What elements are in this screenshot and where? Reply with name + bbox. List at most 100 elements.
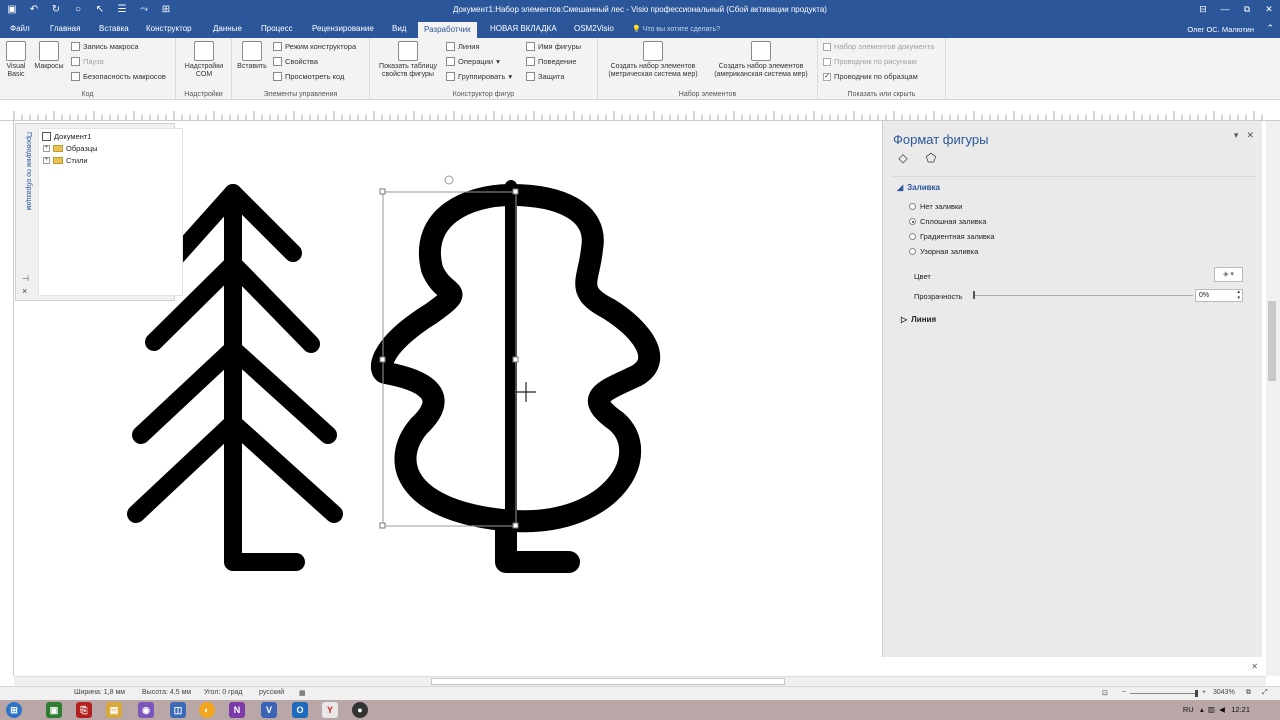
com-addins-button[interactable]: Надстройки COM bbox=[182, 41, 226, 79]
app-icon-3[interactable]: ● bbox=[352, 702, 368, 718]
pin-icon[interactable]: ⊣ bbox=[22, 274, 29, 283]
macros-button[interactable]: Макросы bbox=[32, 41, 66, 71]
user-name[interactable]: Олег ОС. Малютин bbox=[1187, 25, 1254, 34]
macro-record-icon[interactable]: ▦ bbox=[299, 689, 306, 697]
volume-icon[interactable]: ◀ bbox=[1219, 705, 1225, 714]
radio-button[interactable] bbox=[909, 248, 916, 255]
fit-page-icon[interactable]: ⊡ bbox=[1102, 689, 1108, 697]
zoom-out-icon[interactable]: − bbox=[1122, 689, 1126, 696]
collapse-ribbon-icon[interactable]: ⌃ bbox=[1266, 23, 1274, 34]
fill-line-icon[interactable]: ◇ bbox=[895, 151, 911, 165]
tab-review[interactable]: Рецензирование bbox=[312, 24, 374, 33]
record-macro-button[interactable]: Запись макроса bbox=[71, 42, 139, 51]
zoom-level[interactable]: 3043% bbox=[1213, 689, 1235, 696]
checkbox-checked[interactable]: ✓ bbox=[823, 72, 831, 81]
outlook-icon[interactable]: O bbox=[292, 702, 308, 718]
panel-menu-icon[interactable]: ▾ bbox=[1234, 130, 1239, 141]
properties-button[interactable]: Свойства bbox=[273, 57, 318, 66]
fill-option-pattern[interactable]: Узорная заливка bbox=[909, 247, 978, 256]
tab-view[interactable]: Вид bbox=[392, 24, 406, 33]
expand-icon[interactable]: + bbox=[43, 157, 50, 164]
language-indicator[interactable]: RU bbox=[1183, 705, 1194, 714]
ribbon-display-button[interactable]: ⊟ bbox=[1192, 0, 1214, 18]
tab-data[interactable]: Данные bbox=[213, 24, 242, 33]
color-picker-button[interactable]: ◈ ▾ bbox=[1214, 267, 1243, 282]
close-button[interactable]: ✕ bbox=[1258, 0, 1280, 18]
group-dropdown[interactable]: Группировать ▾ bbox=[446, 72, 512, 81]
zoom-slider[interactable] bbox=[1130, 693, 1198, 694]
behavior-button[interactable]: Поведение bbox=[526, 57, 577, 66]
radio-button[interactable] bbox=[909, 203, 916, 210]
restore-button[interactable]: ⧉ bbox=[1236, 0, 1258, 18]
visual-basic-button[interactable]: Visual Basic bbox=[3, 41, 29, 79]
clock[interactable]: 12:21 bbox=[1231, 705, 1250, 714]
browser-icon[interactable]: ◐ bbox=[199, 702, 215, 718]
panel-close-icon[interactable]: ✕ bbox=[1246, 130, 1254, 141]
expand-icon[interactable]: + bbox=[43, 145, 50, 152]
doc-stencil-checkbox[interactable]: Набор элементов документа bbox=[823, 42, 934, 51]
operations-dropdown[interactable]: Операции ▾ bbox=[446, 57, 500, 66]
close-icon[interactable]: × bbox=[22, 286, 27, 296]
tab-design[interactable]: Конструктор bbox=[146, 24, 192, 33]
status-language[interactable]: русский bbox=[259, 689, 284, 696]
tree-item-document[interactable]: Документ1 bbox=[42, 132, 91, 141]
tab-new[interactable]: НОВАЯ ВКЛАДКА bbox=[490, 24, 557, 33]
drawing-explorer-checkbox[interactable]: Проводник по рисункам bbox=[823, 57, 917, 66]
pause-button[interactable]: Пауза bbox=[71, 57, 104, 66]
tray-arrow-icon[interactable]: ▴ bbox=[1200, 705, 1204, 714]
pentagon-icon[interactable]: ⬠ bbox=[923, 151, 939, 165]
start-icon[interactable]: ⊞ bbox=[6, 702, 22, 718]
new-stencil-us-button[interactable]: Создать набор элементов (американская си… bbox=[708, 41, 814, 79]
line-section-header[interactable]: ▷ Линия bbox=[901, 315, 936, 324]
tab-file[interactable]: Файл bbox=[10, 24, 30, 33]
horizontal-scroll-thumb[interactable] bbox=[431, 678, 785, 685]
pdf-icon[interactable]: ⎘ bbox=[76, 702, 92, 718]
panel-bottom-close-icon[interactable]: ✕ bbox=[1251, 662, 1258, 671]
fill-option-gradient[interactable]: Градиентная заливка bbox=[909, 232, 995, 241]
show-shapesheet-button[interactable]: Показать таблицу свойств фигуры bbox=[373, 41, 443, 79]
vertical-scroll-thumb[interactable] bbox=[1268, 301, 1276, 381]
radio-button[interactable] bbox=[909, 233, 916, 240]
tell-me-search[interactable]: 💡 Что вы хотите сделать? bbox=[632, 25, 720, 33]
app-icon-2[interactable]: ◫ bbox=[170, 702, 186, 718]
transparency-slider[interactable] bbox=[974, 295, 1193, 296]
tab-insert[interactable]: Вставка bbox=[99, 24, 129, 33]
shape-name-button[interactable]: Имя фигуры bbox=[526, 42, 581, 51]
tab-osm2visio[interactable]: OSM2Visio bbox=[574, 24, 614, 33]
transparency-input[interactable]: 0% ▴ ▾ bbox=[1195, 289, 1243, 302]
new-stencil-metric-button[interactable]: Создать набор элементов (метрическая сис… bbox=[602, 41, 704, 79]
zoom-in-icon[interactable]: + bbox=[1202, 689, 1206, 696]
yandex-icon[interactable]: Y bbox=[322, 702, 338, 718]
radio-button-selected[interactable] bbox=[909, 218, 916, 225]
spinner-icon[interactable]: ▴ ▾ bbox=[1237, 289, 1240, 301]
fill-option-none[interactable]: Нет заливки bbox=[909, 202, 963, 211]
fit-window-icon[interactable]: ⤢ bbox=[1262, 689, 1268, 697]
checkbox[interactable] bbox=[823, 42, 831, 51]
transparency-slider-thumb[interactable] bbox=[973, 291, 975, 299]
line-tool-button[interactable]: Линия bbox=[446, 42, 480, 51]
zoom-slider-thumb[interactable] bbox=[1195, 690, 1198, 697]
fill-option-solid[interactable]: Сплошная заливка bbox=[909, 217, 986, 226]
app-icon-1[interactable]: ▣ bbox=[46, 702, 62, 718]
design-mode-button[interactable]: Режим конструктора bbox=[273, 42, 356, 51]
tab-home[interactable]: Главная bbox=[50, 24, 80, 33]
fill-section-header[interactable]: ◢ Заливка bbox=[897, 183, 940, 192]
tree-item-masters[interactable]: + Образцы bbox=[43, 144, 98, 153]
horizontal-scrollbar[interactable] bbox=[14, 676, 1266, 686]
minimize-button[interactable]: — bbox=[1214, 0, 1236, 18]
network-icon[interactable]: ▥ bbox=[1208, 705, 1215, 714]
protection-button[interactable]: Защита bbox=[526, 72, 565, 81]
onenote-icon[interactable]: N bbox=[229, 702, 245, 718]
macro-security-button[interactable]: Безопасность макросов bbox=[71, 72, 166, 81]
view-code-button[interactable]: Просмотреть код bbox=[273, 72, 344, 81]
switch-windows-icon[interactable]: ⧉ bbox=[1246, 689, 1251, 697]
explorer-icon[interactable]: ▤ bbox=[106, 702, 122, 718]
vertical-scrollbar[interactable] bbox=[1266, 121, 1280, 676]
master-explorer-checkbox[interactable]: ✓ Проводник по образцам bbox=[823, 72, 918, 81]
tree-item-styles[interactable]: + Стили bbox=[43, 156, 88, 165]
insert-control-button[interactable]: Вставить bbox=[235, 41, 269, 71]
visio-icon[interactable]: V bbox=[261, 702, 277, 718]
tab-developer[interactable]: Разработчик bbox=[418, 22, 477, 38]
viber-icon[interactable]: ◉ bbox=[138, 702, 154, 718]
tab-process[interactable]: Процесс bbox=[261, 24, 293, 33]
